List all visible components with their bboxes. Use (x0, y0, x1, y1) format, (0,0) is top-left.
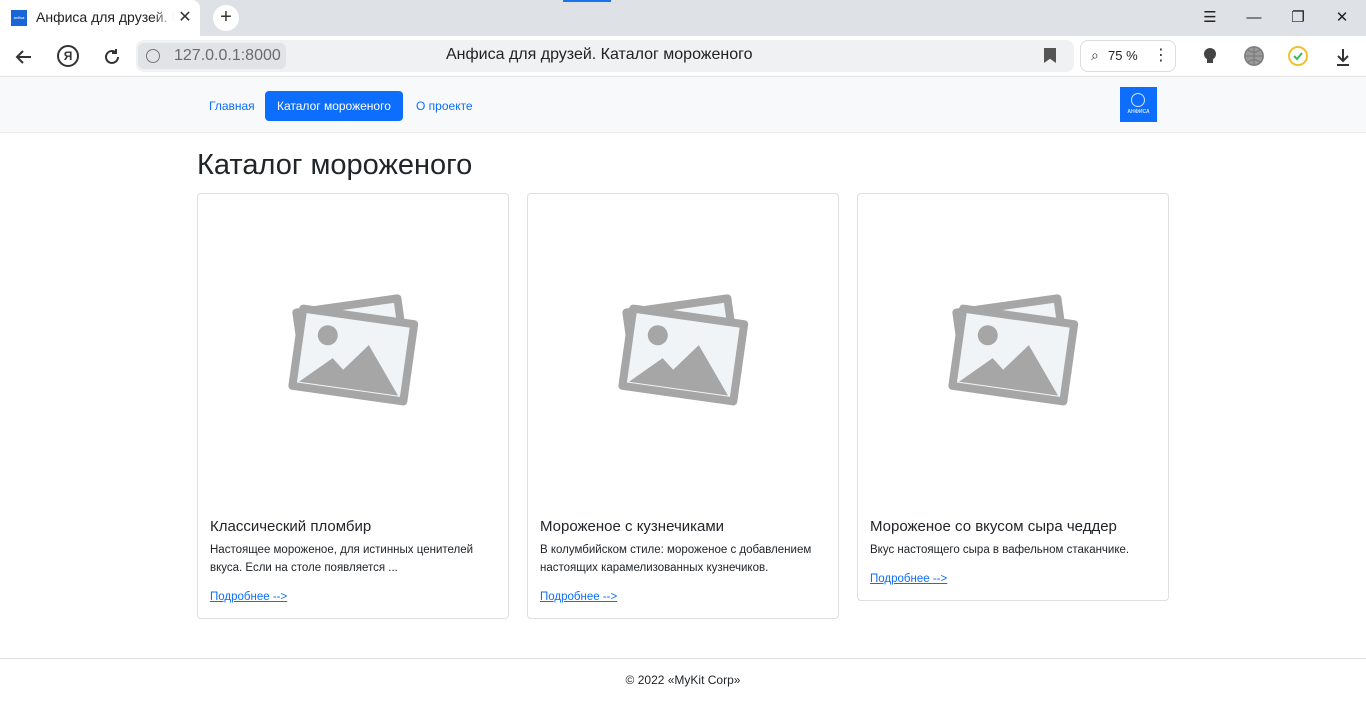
card-details-link[interactable]: Подробнее --> (870, 573, 947, 585)
zoom-control[interactable]: ⌕ 75 % ⋮ (1080, 40, 1176, 72)
reload-icon[interactable] (99, 44, 125, 70)
globe-icon[interactable] (1244, 46, 1264, 66)
product-card: Мороженое с кузнечиками В колумбийском с… (527, 193, 839, 619)
nav-link-about[interactable]: О проекте (416, 91, 473, 121)
url-text: 127.0.0.1:8000 (174, 47, 281, 64)
restore-window-button[interactable]: ❐ (1286, 6, 1310, 30)
site-favicon-icon: anfisa (11, 10, 27, 26)
logo-text: АНФИСА (1127, 109, 1150, 115)
tab-close-icon[interactable]: ✕ (176, 8, 194, 28)
new-tab-button[interactable]: + (213, 5, 239, 31)
page-title: Каталог мороженого (197, 149, 473, 181)
brand-logo[interactable]: АНФИСА (1120, 87, 1157, 122)
minimize-window-button[interactable]: — (1242, 6, 1266, 30)
tab-title: Анфиса для друзей. Каталог мороженого (36, 9, 174, 25)
card-description: В колумбийском стиле: мороженое с добавл… (540, 544, 812, 574)
product-card: Классический пломбир Настоящее мороженое… (197, 193, 509, 619)
browser-tab-active[interactable]: anfisa Анфиса для друзей. Каталог мороже… (0, 0, 200, 36)
menu-dots-icon[interactable]: ⋮ (1153, 45, 1169, 65)
zoom-level: 75 % (1108, 48, 1138, 63)
site-footer: © 2022 «MyKit Corp» (0, 658, 1366, 728)
card-details-link[interactable]: Подробнее --> (540, 591, 617, 603)
card-title: Мороженое со вкусом сыра чеддер (870, 518, 1117, 535)
timer-icon[interactable] (1288, 46, 1308, 66)
address-page-title: Анфиса для друзей. Каталог мороженого (446, 46, 753, 63)
card-description: Вкус настоящего сыра в вафельном стаканч… (870, 544, 1130, 556)
close-window-button[interactable]: ✕ (1330, 6, 1354, 30)
search-zoom-icon: ⌕ (1091, 47, 1099, 63)
browser-menu-icon[interactable]: ☰ (1198, 6, 1222, 30)
browser-toolbar: Я 127.0.0.1:8000 Анфиса для друзей. Ката… (0, 36, 1366, 77)
footer-copyright: © 2022 «MyKit Corp» (625, 673, 741, 687)
address-bar[interactable]: 127.0.0.1:8000 Анфиса для друзей. Катало… (136, 40, 1074, 72)
image-placeholder-icon (618, 294, 749, 406)
card-details-link[interactable]: Подробнее --> (210, 591, 287, 603)
browser-tab-bar: anfisa Анфиса для друзей. Каталог мороже… (0, 0, 1366, 36)
image-placeholder-icon (948, 294, 1079, 406)
card-description: Настоящее мороженое, для истинных цените… (210, 544, 474, 574)
download-icon[interactable] (1330, 44, 1356, 70)
lightbulb-icon[interactable] (1200, 46, 1220, 66)
back-arrow-icon[interactable] (11, 44, 37, 70)
site-navbar: Главная Каталог мороженого О проекте АНФ… (0, 77, 1366, 133)
card-title: Классический пломбир (210, 518, 372, 535)
nav-link-catalog[interactable]: Каталог мороженого (265, 91, 403, 121)
logo-emblem-icon (1131, 93, 1145, 107)
tab-strip-indicator (563, 0, 611, 2)
yandex-icon[interactable]: Я (57, 45, 79, 67)
nav-link-home[interactable]: Главная (209, 91, 255, 121)
card-title: Мороженое с кузнечиками (540, 518, 725, 535)
product-card: Мороженое со вкусом сыра чеддер Вкус нас… (857, 193, 1169, 601)
site-info-icon (146, 49, 160, 63)
image-placeholder-icon (288, 294, 419, 406)
bookmark-icon[interactable] (1044, 48, 1056, 63)
site-info-pill[interactable]: 127.0.0.1:8000 (138, 43, 286, 69)
